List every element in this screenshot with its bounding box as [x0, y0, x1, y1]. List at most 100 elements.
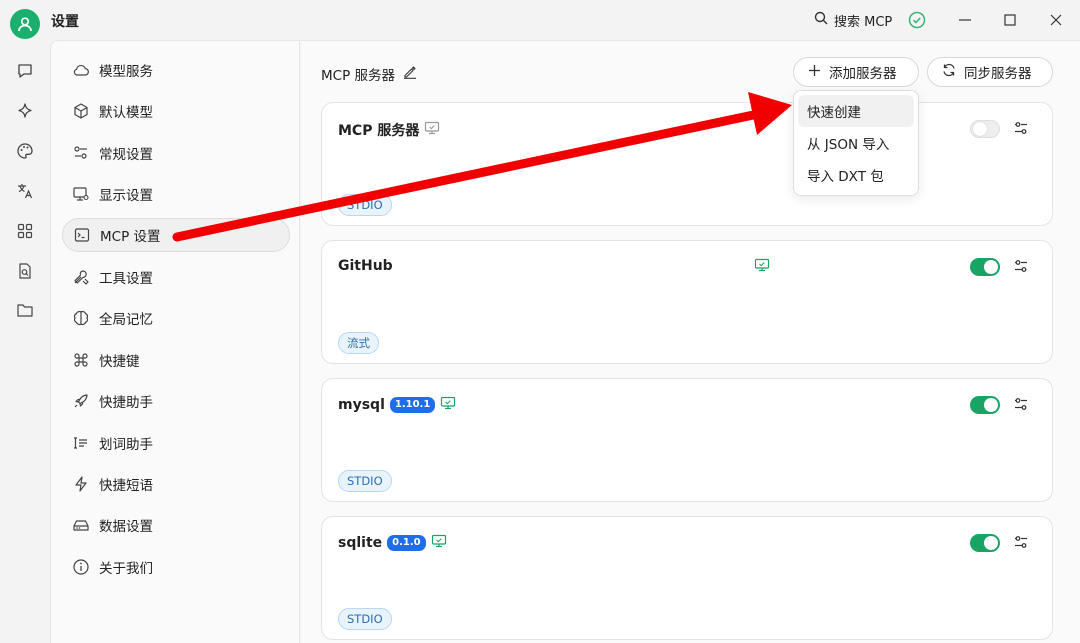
server-card[interactable]: sqlite 0.1.0 STDIO: [321, 516, 1053, 640]
window-title: 设置: [51, 14, 79, 30]
minimize-icon[interactable]: [951, 6, 979, 34]
add-server-button[interactable]: 添加服务器: [793, 57, 919, 87]
settings-sliders-icon[interactable]: [1012, 533, 1030, 551]
edit-icon[interactable]: [403, 65, 417, 83]
server-name: sqlite: [338, 535, 383, 551]
server-title: MCP 服务器: [338, 120, 440, 140]
transport-tag: STDIO: [338, 608, 392, 630]
menu-item-default-model[interactable]: 默认模型: [62, 94, 290, 128]
menu-item-quick-assistant[interactable]: 快捷助手: [62, 384, 290, 418]
mcp-main-panel: MCP 服务器 添加服务器 同步服务器 MCP 服务器 STDIO GitHub: [301, 40, 1080, 643]
text-select-icon: [72, 434, 90, 452]
menu-item-label: 常规设置: [99, 147, 153, 163]
server-title: mysql 1.10.1: [338, 396, 456, 414]
server-name: mysql: [338, 397, 385, 413]
sliders-icon: [72, 144, 90, 162]
server-card[interactable]: GitHub 流式: [321, 240, 1053, 364]
page-title: MCP 服务器: [321, 68, 396, 84]
menu-item-label: 快捷助手: [99, 395, 153, 411]
menu-item-label: 全局记忆: [99, 312, 153, 328]
server-toggle[interactable]: [970, 534, 1000, 552]
server-name: GitHub: [338, 258, 393, 274]
user-icon[interactable]: [10, 9, 40, 39]
settings-menu: 模型服务 默认模型 常规设置 显示设置 MCP 设置 工具设置 全局记忆 快捷键…: [50, 40, 300, 643]
server-card[interactable]: mysql 1.10.1 STDIO: [321, 378, 1053, 502]
command-icon: [72, 351, 90, 369]
menu-item-selection-assistant[interactable]: 划词助手: [62, 426, 290, 460]
dropdown-item-import-dxt[interactable]: 导入 DXT 包: [798, 159, 914, 191]
icon-rail: [0, 40, 50, 643]
menu-item-shortcuts[interactable]: 快捷键: [62, 343, 290, 377]
menu-item-label: MCP 设置: [100, 229, 161, 245]
maximize-icon[interactable]: [996, 6, 1024, 34]
menu-item-label: 划词助手: [99, 437, 153, 453]
server-name: MCP 服务器: [338, 123, 420, 139]
monitor-icon: [754, 258, 770, 276]
brain-icon: [72, 309, 90, 327]
tools-icon: [72, 268, 90, 286]
menu-item-general[interactable]: 常规设置: [62, 136, 290, 170]
translate-icon[interactable]: [15, 181, 35, 201]
menu-item-mcp[interactable]: MCP 设置: [62, 218, 290, 252]
rocket-icon: [72, 392, 90, 410]
monitor-icon: [424, 121, 440, 139]
menu-item-label: 快捷键: [99, 354, 140, 370]
close-icon[interactable]: [1042, 6, 1070, 34]
sync-server-button[interactable]: 同步服务器: [927, 57, 1053, 87]
refresh-icon: [942, 63, 956, 81]
transport-tag: 流式: [338, 332, 379, 354]
sync-server-label: 同步服务器: [964, 66, 1032, 82]
check-circle-icon: [908, 11, 926, 29]
menu-item-model-service[interactable]: 模型服务: [62, 53, 290, 87]
search-mcp-button[interactable]: 搜索 MCP: [814, 10, 892, 30]
menu-item-tools[interactable]: 工具设置: [62, 260, 290, 294]
menu-item-label: 显示设置: [99, 188, 153, 204]
menu-item-quick-phrases[interactable]: 快捷短语: [62, 467, 290, 501]
server-toggle[interactable]: [970, 120, 1000, 138]
monitor-icon: [431, 534, 447, 552]
transport-tag: STDIO: [338, 194, 392, 216]
server-toggle[interactable]: [970, 258, 1000, 276]
server-card[interactable]: MCP 服务器 STDIO: [321, 102, 1053, 226]
version-badge: 0.1.0: [387, 535, 426, 551]
dropdown-item-quick-create[interactable]: 快速创建: [798, 95, 914, 127]
menu-item-label: 默认模型: [99, 105, 153, 121]
settings-sliders-icon[interactable]: [1012, 257, 1030, 275]
title-bar: 设置 搜索 MCP: [0, 0, 1080, 40]
palette-icon[interactable]: [15, 141, 35, 161]
page-title-row: MCP 服务器: [321, 64, 417, 84]
menu-item-data-settings[interactable]: 数据设置: [62, 508, 290, 542]
document-search-icon[interactable]: [15, 261, 35, 281]
terminal-icon: [73, 226, 91, 244]
info-icon: [72, 558, 90, 576]
menu-item-about[interactable]: 关于我们: [62, 550, 290, 584]
cube-icon: [72, 102, 90, 120]
dropdown-item-import-json[interactable]: 从 JSON 导入: [798, 127, 914, 159]
add-server-dropdown: 快速创建 从 JSON 导入 导入 DXT 包: [793, 90, 919, 196]
settings-sliders-icon[interactable]: [1012, 119, 1030, 137]
menu-item-label: 快捷短语: [99, 478, 153, 494]
apps-icon[interactable]: [15, 221, 35, 241]
menu-item-label: 模型服务: [99, 64, 153, 80]
monitor-icon: [440, 396, 456, 414]
search-icon: [814, 11, 828, 29]
menu-item-label: 关于我们: [99, 561, 153, 577]
add-server-label: 添加服务器: [829, 66, 897, 82]
server-title: sqlite 0.1.0: [338, 534, 447, 552]
menu-item-display[interactable]: 显示设置: [62, 177, 290, 211]
menu-item-label: 数据设置: [99, 519, 153, 535]
sparkle-icon[interactable]: [15, 101, 35, 121]
version-badge: 1.10.1: [389, 397, 436, 413]
zap-icon: [72, 475, 90, 493]
chat-icon[interactable]: [15, 61, 35, 81]
server-toggle[interactable]: [970, 396, 1000, 414]
cloud-icon: [72, 61, 90, 79]
plus-icon: [808, 64, 821, 81]
menu-item-global-memory[interactable]: 全局记忆: [62, 301, 290, 335]
hard-drive-icon: [72, 516, 90, 534]
folder-icon[interactable]: [15, 300, 35, 320]
monitor-gear-icon: [72, 185, 90, 203]
menu-item-label: 工具设置: [99, 271, 153, 287]
settings-sliders-icon[interactable]: [1012, 395, 1030, 413]
transport-tag: STDIO: [338, 470, 392, 492]
